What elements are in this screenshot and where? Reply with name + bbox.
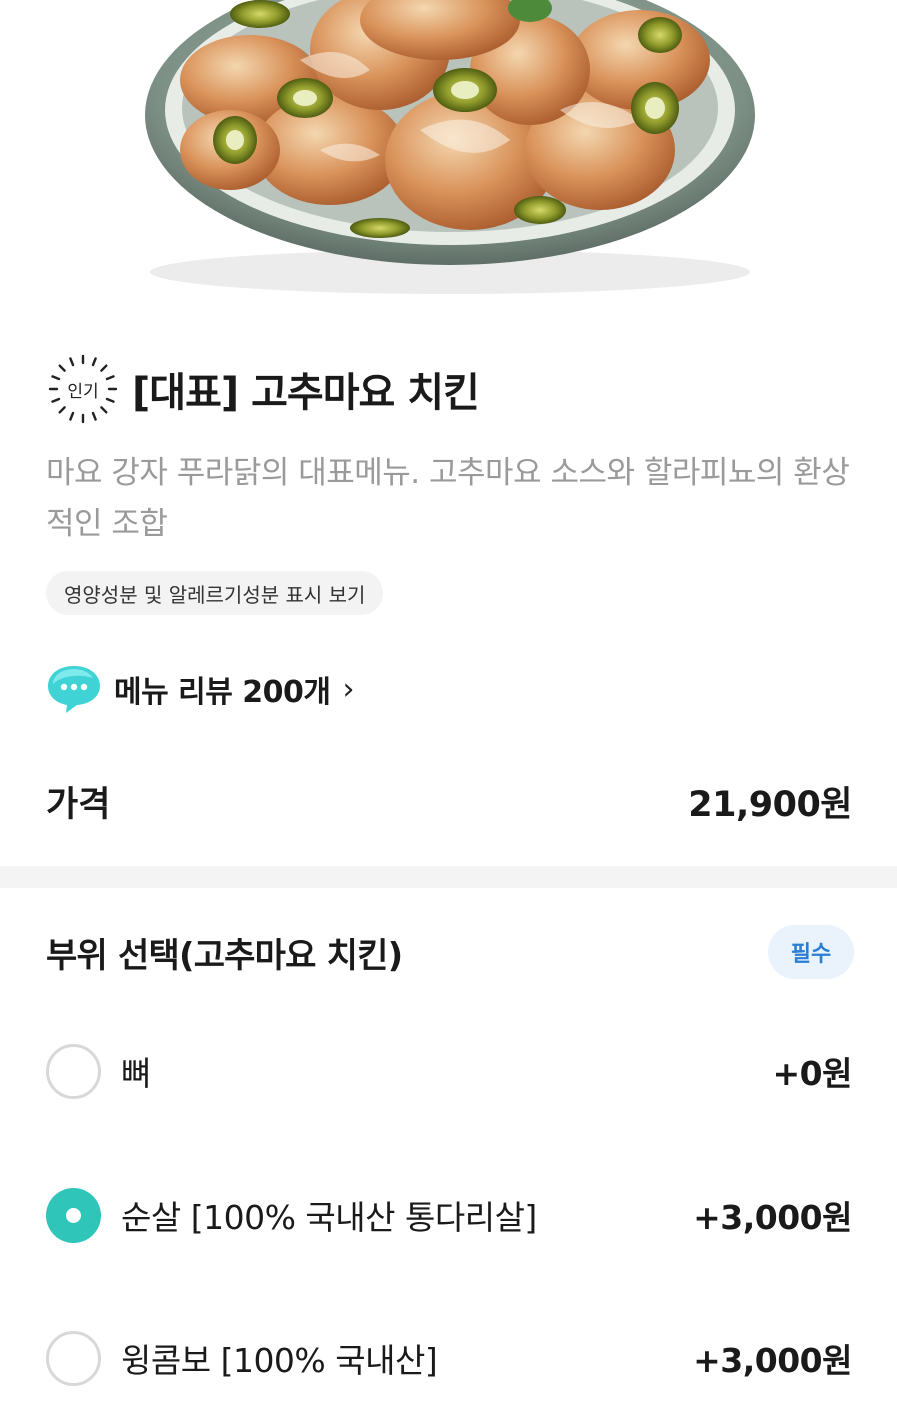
- option-wing-combo[interactable]: 윙콤보 [100% 국내산] +3,000원: [46, 1330, 852, 1386]
- speech-bubble-icon: [48, 666, 100, 713]
- menu-detail-page: 인기 [대표] 고추마요 치킨 마요 강자 푸라닭의 대표메뉴. 고추마요 소스…: [0, 0, 897, 1418]
- section-divider: [0, 866, 897, 888]
- popular-badge-label: 인기: [67, 381, 99, 402]
- nutrition-info-button[interactable]: 영양성분 및 알레르기성분 표시 보기: [46, 571, 384, 615]
- menu-title-row: 인기 [대표] 고추마요 치킨: [46, 352, 480, 426]
- radio-button-selected[interactable]: [46, 1187, 101, 1243]
- option-price: +3,000원: [693, 1198, 852, 1237]
- price-row: 가격 21,900원: [46, 776, 852, 827]
- radio-button[interactable]: [46, 1043, 101, 1099]
- option-price: +3,000원: [693, 1341, 852, 1380]
- required-badge: 필수: [768, 925, 854, 979]
- option-bone[interactable]: 뼈 +0원: [46, 1043, 853, 1099]
- menu-photo: [0, 0, 897, 300]
- option-group-header: 부위 선택(고추마요 치킨) 필수: [46, 925, 854, 979]
- menu-title: [대표] 고추마요 치킨: [132, 370, 480, 416]
- option-label: 윙콤보 [100% 국내산]: [121, 1341, 438, 1380]
- radio-button[interactable]: [46, 1330, 101, 1386]
- menu-review-link[interactable]: 메뉴 리뷰 200개 ›: [46, 663, 355, 715]
- option-boneless[interactable]: 순살 [100% 국내산 통다리살] +3,000원: [46, 1187, 852, 1243]
- price-label: 가격: [46, 785, 111, 825]
- option-label: 뼈: [121, 1054, 151, 1093]
- menu-description: 마요 강자 푸라닭의 대표메뉴. 고추마요 소스와 할라피뇨의 환상적인 조합: [46, 455, 850, 542]
- option-label: 순살 [100% 국내산 통다리살]: [121, 1198, 537, 1237]
- option-group-title: 부위 선택(고추마요 치킨): [46, 935, 403, 976]
- review-count-label: 메뉴 리뷰 200개: [114, 675, 331, 710]
- price-value: 21,900원: [688, 785, 852, 825]
- chevron-right-icon: ›: [342, 671, 355, 707]
- popular-badge: 인기: [46, 352, 120, 426]
- option-price: +0원: [772, 1054, 853, 1093]
